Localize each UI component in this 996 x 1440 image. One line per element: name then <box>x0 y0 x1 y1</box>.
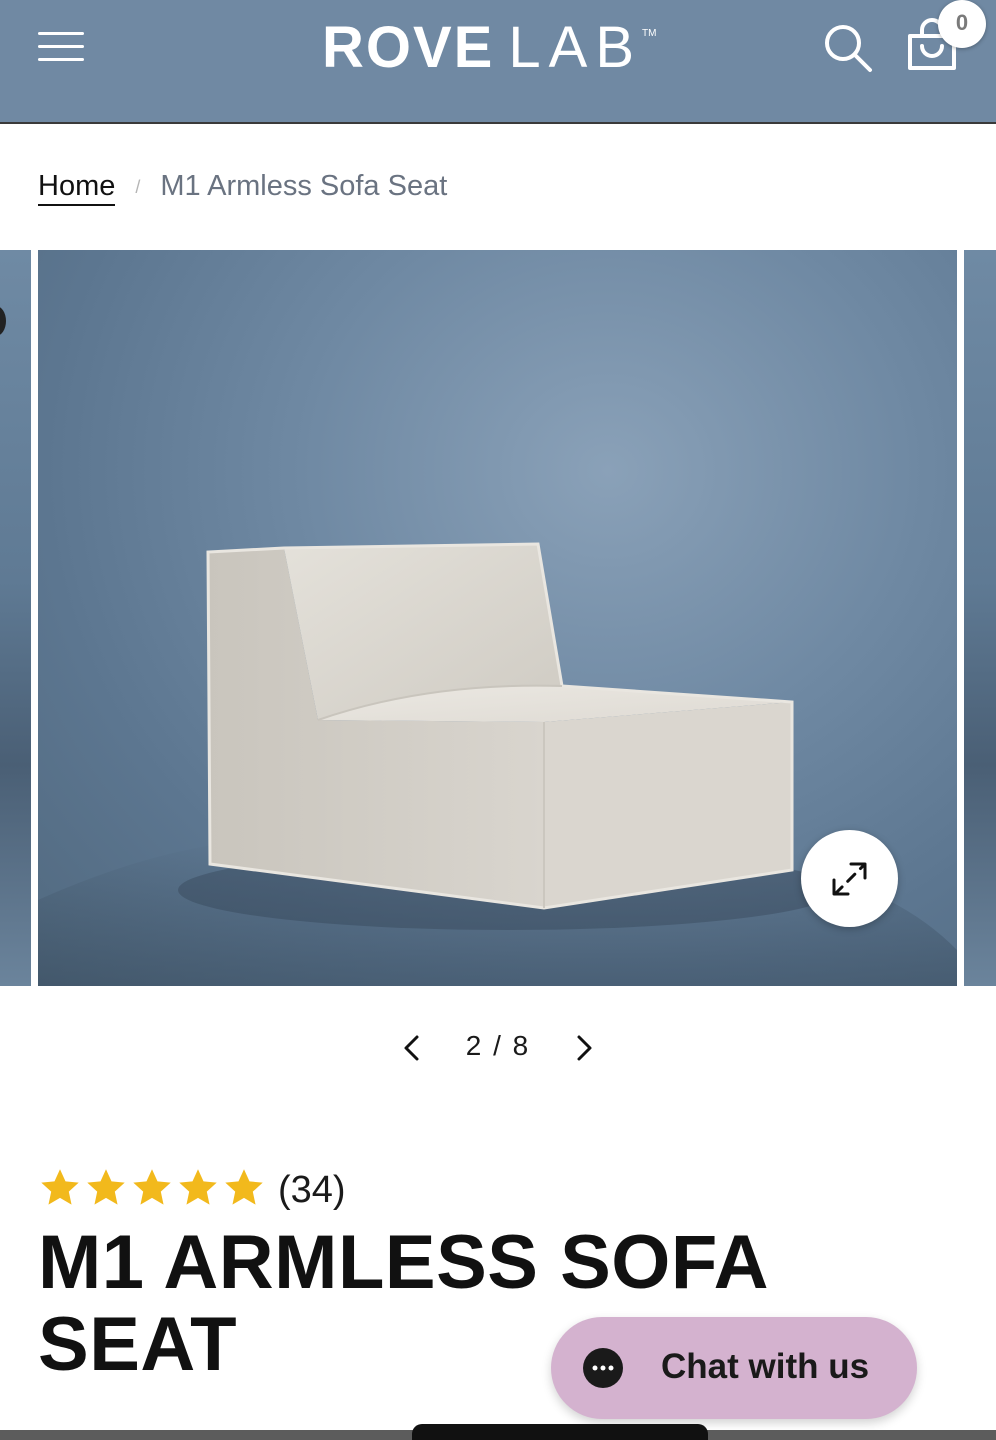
chevron-left-icon <box>404 1035 419 1061</box>
chat-bubble-ellipsis-icon <box>583 1348 623 1388</box>
hamburger-line <box>38 45 84 48</box>
chat-button[interactable]: Chat with us <box>551 1317 917 1419</box>
logo-trademark: TM <box>642 28 657 39</box>
slide-counter-total: 8 <box>512 1030 531 1061</box>
next-image-button[interactable] <box>572 1034 596 1062</box>
review-count[interactable]: (34) <box>278 1169 346 1212</box>
previous-image-button[interactable] <box>400 1034 424 1062</box>
site-logo[interactable]: ROVE LABTM <box>322 14 656 84</box>
star-icon <box>225 1169 263 1205</box>
product-image-gallery[interactable] <box>0 250 996 986</box>
logo-primary: ROVE <box>322 15 495 80</box>
next-slide-peek[interactable] <box>964 250 996 986</box>
chat-label: Chat with us <box>661 1347 870 1386</box>
site-header: ROVE LABTM <box>0 0 996 124</box>
bottom-add-to-cart-edge[interactable] <box>412 1424 708 1440</box>
product-rating[interactable]: (34) <box>38 1166 346 1216</box>
breadcrumb-separator: / <box>135 177 141 197</box>
cart-count-badge: 0 <box>938 0 986 48</box>
star-icon <box>179 1169 217 1205</box>
search-button[interactable] <box>822 22 874 74</box>
breadcrumb-current: M1 Armless Sofa Seat <box>160 170 448 202</box>
logo-secondary: LAB <box>508 15 643 80</box>
expand-arrows-icon <box>832 862 867 896</box>
breadcrumb-home-link[interactable]: Home <box>38 170 116 206</box>
gallery-pager: 2 / 8 <box>390 1026 606 1068</box>
previous-slide-peek[interactable] <box>0 250 31 986</box>
star-icon <box>133 1169 171 1205</box>
slide-counter-separator: / <box>493 1030 503 1061</box>
hamburger-menu-icon <box>38 32 84 35</box>
slide-peek-detail <box>0 306 6 336</box>
hamburger-line <box>38 58 84 61</box>
zoom-button[interactable] <box>801 830 898 927</box>
slide-counter-current: 2 <box>465 1030 484 1061</box>
chevron-right-icon <box>577 1035 592 1061</box>
menu-button[interactable] <box>38 30 86 64</box>
star-rating <box>38 1166 268 1215</box>
slide-counter: 2 / 8 <box>456 1030 540 1062</box>
search-icon <box>825 25 872 72</box>
star-icon <box>41 1169 79 1205</box>
breadcrumb: Home / M1 Armless Sofa Seat <box>38 170 448 206</box>
star-icon <box>87 1169 125 1205</box>
